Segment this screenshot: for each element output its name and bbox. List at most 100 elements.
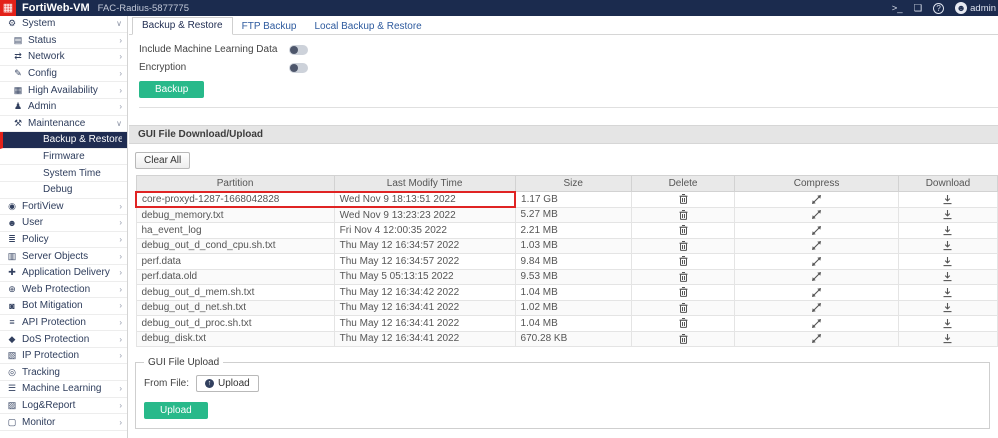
download-icon[interactable] (942, 287, 953, 298)
sidebar-item-firmware[interactable]: Firmware (0, 149, 127, 166)
delete-trash-icon[interactable] (678, 302, 689, 313)
chevron-icon: ∨ (116, 119, 122, 128)
download-icon[interactable] (942, 194, 953, 205)
delete-trash-icon[interactable] (678, 209, 689, 220)
delete-trash-icon[interactable] (678, 333, 689, 344)
compress-icon[interactable] (811, 271, 822, 282)
sidebar-item-user[interactable]: ☻ User › (0, 215, 127, 232)
machine-learning-icon: ☰ (6, 383, 18, 394)
download-icon[interactable] (942, 225, 953, 236)
tab-backup-restore[interactable]: Backup & Restore (132, 17, 233, 35)
ip-protection-icon: ▧ (6, 350, 18, 361)
download-icon[interactable] (942, 271, 953, 282)
file-chooser-button[interactable]: ↑ Upload (196, 375, 259, 392)
download-icon[interactable] (942, 240, 953, 251)
chevron-icon: › (119, 218, 122, 227)
col-partition: Partition (136, 176, 334, 192)
fortinet-logo-icon: ▦ (0, 0, 16, 16)
download-icon[interactable] (942, 209, 953, 220)
tab-local-backup-restore[interactable]: Local Backup & Restore (305, 19, 430, 35)
ha-icon: ▦ (12, 85, 24, 96)
sidebar-item-web-protection[interactable]: ⊕ Web Protection › (0, 282, 127, 299)
sidebar-item-config[interactable]: ✎ Config › (0, 66, 127, 83)
sidebar-item-label: High Availability (28, 85, 119, 96)
upload-button[interactable]: Upload (144, 402, 208, 419)
clear-all-button[interactable]: Clear All (135, 152, 190, 169)
sidebar-item-api-protection[interactable]: ≡ API Protection › (0, 315, 127, 332)
compress-icon[interactable] (811, 209, 822, 220)
compress-icon[interactable] (811, 256, 822, 267)
compress-icon[interactable] (811, 333, 822, 344)
sidebar-item-system[interactable]: ⚙ System ∨ (0, 16, 127, 33)
compress-icon[interactable] (811, 240, 822, 251)
sidebar-item-bot-mitigation[interactable]: ◙ Bot Mitigation › (0, 298, 127, 315)
download-icon[interactable] (942, 318, 953, 329)
sidebar-item-debug[interactable]: Debug (0, 182, 127, 199)
tracking-icon: ◎ (6, 367, 18, 378)
cell-time: Wed Nov 9 13:23:23 2022 (334, 207, 515, 223)
cell-size: 5.27 MB (515, 207, 631, 223)
cell-partition: core-proxyd-1287-1668042828 (136, 192, 334, 208)
download-icon[interactable] (942, 333, 953, 344)
delete-trash-icon[interactable] (678, 318, 689, 329)
download-icon[interactable] (942, 256, 953, 267)
chevron-icon: › (119, 102, 122, 111)
sidebar-item-machine-learning[interactable]: ☰ Machine Learning › (0, 381, 127, 398)
gui-file-section-header: GUI File Download/Upload (129, 125, 998, 144)
from-file-label: From File: (144, 378, 189, 389)
admin-label: admin (970, 3, 996, 14)
sidebar-item-system-time[interactable]: System Time (0, 165, 127, 182)
sidebar-item-high-availability[interactable]: ▦ High Availability › (0, 82, 127, 99)
sidebar-item-ip-protection[interactable]: ▧ IP Protection › (0, 348, 127, 365)
delete-trash-icon[interactable] (678, 240, 689, 251)
sidebar-item-label: Policy (22, 234, 119, 245)
include-ml-toggle[interactable] (289, 45, 308, 55)
delete-trash-icon[interactable] (678, 225, 689, 236)
sidebar-item-server-objects[interactable]: ▥ Server Objects › (0, 248, 127, 265)
sidebar-item-network[interactable]: ⇄ Network › (0, 49, 127, 66)
chevron-icon: › (119, 384, 122, 393)
chevron-icon: › (119, 335, 122, 344)
sidebar-item-label: API Protection (22, 317, 119, 328)
admin-menu[interactable]: ☻ admin (955, 2, 996, 14)
delete-trash-icon[interactable] (678, 271, 689, 282)
compress-icon[interactable] (811, 225, 822, 236)
compress-icon[interactable] (811, 302, 822, 313)
sidebar-item-admin[interactable]: ♟ Admin › (0, 99, 127, 116)
sidebar-item-tracking[interactable]: ◎ Tracking (0, 364, 127, 381)
sidebar-item-status[interactable]: ▤ Status › (0, 33, 127, 50)
sidebar-item-monitor[interactable]: ▢ Monitor › (0, 414, 127, 431)
compress-icon[interactable] (811, 287, 822, 298)
sidebar-item-log-report[interactable]: ▨ Log&Report › (0, 398, 127, 415)
help-icon[interactable]: ? (933, 3, 944, 14)
encryption-toggle[interactable] (289, 63, 308, 73)
table-row: core-proxyd-1287-1668042828 Wed Nov 9 18… (136, 192, 998, 208)
sidebar-item-label: Maintenance (28, 118, 116, 129)
chevron-icon: › (119, 202, 122, 211)
chevron-icon: › (119, 86, 122, 95)
sidebar-item-application-delivery[interactable]: ✚ Application Delivery › (0, 265, 127, 282)
delete-trash-icon[interactable] (678, 287, 689, 298)
fullscreen-icon[interactable]: ❏ (914, 3, 923, 14)
sidebar-item-dos-protection[interactable]: ◆ DoS Protection › (0, 331, 127, 348)
sidebar-item-policy[interactable]: ≣ Policy › (0, 232, 127, 249)
download-icon[interactable] (942, 302, 953, 313)
sidebar-item-backup-restore[interactable]: Backup & Restore (0, 132, 127, 149)
cli-console-icon[interactable]: >_ (892, 3, 903, 14)
compress-icon[interactable] (811, 194, 822, 205)
sidebar-item-maintenance[interactable]: ⚒ Maintenance ∨ (0, 116, 127, 133)
encryption-label: Encryption (139, 62, 289, 73)
chevron-icon: › (119, 252, 122, 261)
sidebar-item-label: Backup & Restore (43, 134, 122, 145)
delete-trash-icon[interactable] (678, 194, 689, 205)
tab-ftp-backup[interactable]: FTP Backup (233, 19, 306, 35)
compress-icon[interactable] (811, 318, 822, 329)
chevron-icon: › (119, 301, 122, 310)
table-row: debug_out_d_proc.sh.txt Thu May 12 16:34… (136, 316, 998, 332)
col-last-modify-time: Last Modify Time (334, 176, 515, 192)
sidebar-item-fortiview[interactable]: ◉ FortiView › (0, 199, 127, 216)
chevron-icon: › (119, 235, 122, 244)
backup-button[interactable]: Backup (139, 81, 204, 98)
sidebar-item-label: Log&Report (22, 400, 119, 411)
delete-trash-icon[interactable] (678, 256, 689, 267)
